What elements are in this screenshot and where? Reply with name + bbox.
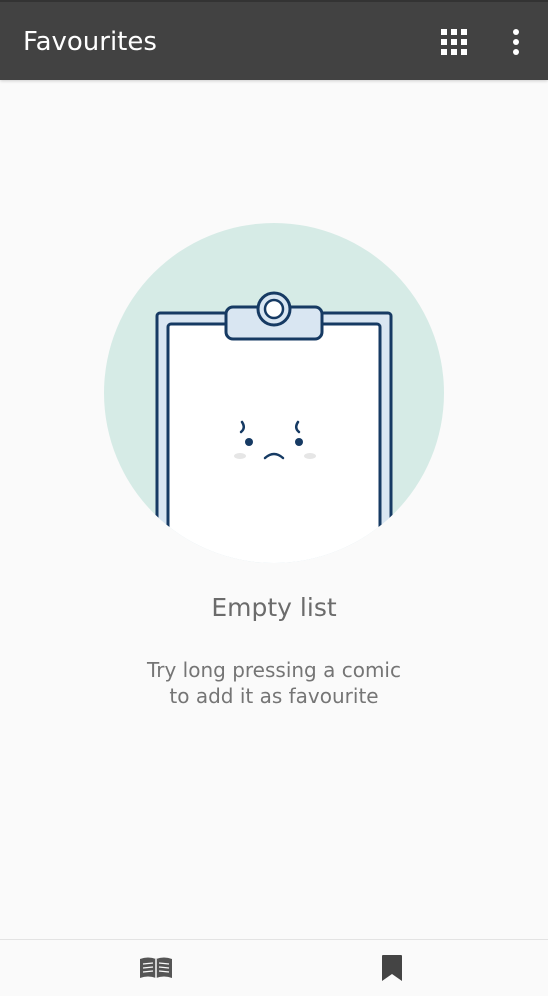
- empty-list-title: Empty list: [211, 593, 337, 622]
- sad-clipboard-icon: [104, 223, 444, 563]
- app-bar: Favourites: [0, 0, 548, 80]
- nav-item-favourites[interactable]: [274, 940, 510, 996]
- grid-view-icon: [441, 29, 467, 55]
- more-vertical-icon: [513, 29, 519, 55]
- more-options-button[interactable]: [492, 18, 540, 66]
- empty-list-subtitle: Try long pressing a comic to add it as f…: [124, 657, 424, 709]
- bottom-navigation: [0, 939, 548, 996]
- page-title: Favourites: [23, 27, 157, 57]
- empty-list-subtitle-line2: to add it as favourite: [169, 684, 379, 708]
- empty-list-subtitle-line1: Try long pressing a comic: [146, 658, 401, 682]
- nav-item-library[interactable]: [18, 940, 294, 996]
- bookmark-icon: [382, 955, 402, 981]
- grid-view-button[interactable]: [428, 18, 480, 66]
- open-book-icon: [140, 957, 172, 978]
